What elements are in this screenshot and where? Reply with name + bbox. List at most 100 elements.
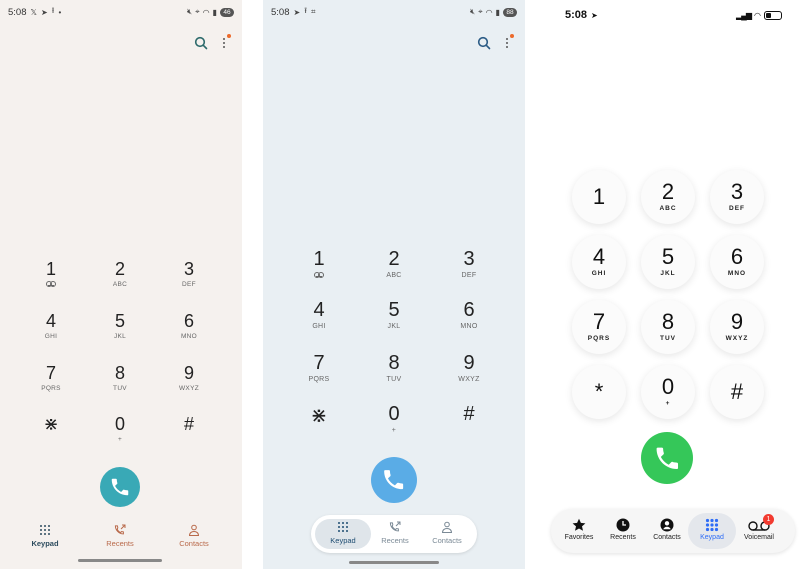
key-0[interactable]: 0 + (100, 414, 140, 443)
key-hash[interactable]: # (449, 403, 489, 427)
nav-keypad-label: Keypad (700, 534, 724, 541)
search-icon[interactable] (194, 36, 208, 50)
key-letters: JKL (113, 333, 127, 340)
more-options-icon[interactable] (220, 34, 231, 50)
nav-contacts-label: Contacts (179, 539, 209, 548)
key-digit: 5 (114, 311, 125, 331)
key-digit: 5 (388, 299, 400, 321)
key-hash[interactable]: # (169, 414, 209, 436)
key-7[interactable]: 7 PQRS (299, 352, 339, 383)
phone-icon (384, 470, 404, 490)
nav-contacts[interactable]: Contacts (174, 524, 214, 548)
nav-favorites[interactable]: Favorites (559, 518, 599, 541)
key-letters: ABC (112, 281, 128, 288)
key-letters: JKL (660, 270, 676, 277)
key-9[interactable]: 9 WXYZ (710, 300, 764, 354)
upload-icon: ⭱ (304, 6, 308, 15)
key-6[interactable]: 6 MNO (169, 311, 209, 340)
key-8[interactable]: 8 TUV (641, 300, 695, 354)
nav-recents[interactable]: Recents (603, 518, 643, 541)
key-9[interactable]: 9 WXYZ (449, 352, 489, 383)
key-6[interactable]: 6 MNO (449, 299, 489, 330)
clock: 5:08 (8, 6, 27, 18)
x-app-icon: 𝕏 (30, 7, 37, 17)
call-button[interactable] (641, 432, 693, 484)
dot-icon: • (58, 7, 62, 17)
key-2[interactable]: 2 ABC (374, 248, 414, 279)
key-5[interactable]: 5 JKL (100, 311, 140, 340)
key-letters: GHI (591, 270, 607, 277)
key-9[interactable]: 9 WXYZ (169, 363, 209, 392)
nav-contacts-label: Contacts (432, 536, 462, 545)
key-digit: 8 (388, 352, 400, 374)
key-3[interactable]: 3 DEF (710, 170, 764, 224)
nav-recents-label: Recents (381, 536, 409, 545)
key-1[interactable]: 1 (31, 259, 71, 288)
key-7[interactable]: 7 PQRS (572, 300, 626, 354)
nav-recents[interactable]: Recents (100, 524, 140, 548)
key-0[interactable]: 0 + (641, 365, 695, 419)
gesture-bar[interactable] (78, 559, 162, 562)
key-8[interactable]: 8 TUV (374, 352, 414, 383)
location-arrow-icon: ➤ (591, 10, 598, 20)
call-button[interactable] (371, 457, 417, 503)
search-icon[interactable] (477, 36, 491, 50)
nav-contacts[interactable]: Contacts (647, 518, 687, 541)
key-4[interactable]: 4 GHI (31, 311, 71, 340)
status-bar: 5:08 ➤ ▂▄▆ ◠ (565, 7, 782, 23)
key-2[interactable]: 2 ABC (641, 170, 695, 224)
key-4[interactable]: 4 GHI (299, 299, 339, 330)
key-1[interactable]: 1 (299, 248, 339, 279)
key-letters: MNO (460, 323, 478, 330)
status-bar: 5:08 ➤ ⭱ ⌗ 🔇︎ ⌖ ◠ ▮ 88 (271, 4, 517, 20)
key-digit: 9 (183, 363, 194, 383)
key-digit: 7 (45, 363, 56, 383)
key-digit: 3 (463, 248, 475, 270)
key-letters: TUV (113, 385, 127, 392)
call-button[interactable] (100, 467, 140, 507)
key-letters: GHI (312, 323, 326, 330)
key-digit: 0 (114, 414, 125, 434)
key-letters: TUV (660, 335, 676, 342)
key-7[interactable]: 7 PQRS (31, 363, 71, 392)
nav-keypad[interactable]: Keypad (692, 518, 732, 541)
key-letters: MNO (180, 333, 198, 340)
bottom-navigation: Favorites Recents Contacts Keypad 1 Voic… (551, 509, 795, 553)
more-options-icon[interactable] (503, 34, 514, 50)
key-letters: TUV (386, 376, 402, 383)
key-3[interactable]: 3 DEF (449, 248, 489, 279)
key-2[interactable]: 2 ABC (100, 259, 140, 288)
key-digit: # (730, 379, 744, 404)
key-star[interactable]: * (572, 365, 626, 419)
key-6[interactable]: 6 MNO (710, 235, 764, 289)
key-1[interactable]: 1 (572, 170, 626, 224)
key-letters: DEF (182, 281, 196, 288)
key-letters: + (117, 436, 123, 443)
nav-keypad[interactable]: Keypad (321, 521, 365, 545)
key-8[interactable]: 8 TUV (100, 363, 140, 392)
key-star[interactable]: ⋇ (299, 403, 339, 429)
keypad-icon (338, 522, 348, 532)
nav-recents[interactable]: Recents (373, 521, 417, 545)
key-digit: 0 (388, 403, 400, 425)
key-letters: PQRS (41, 385, 61, 392)
location-icon: ⌖ (195, 7, 200, 16)
key-digit: 2 (114, 259, 125, 279)
voicemail-icon (46, 281, 56, 287)
nav-voicemail[interactable]: 1 Voicemail (737, 514, 781, 541)
key-5[interactable]: 5 JKL (641, 235, 695, 289)
key-0[interactable]: 0 + (374, 403, 414, 434)
nav-keypad[interactable]: Keypad (25, 524, 65, 548)
keypad-icon (40, 525, 50, 535)
voicemail-badge: 1 (763, 514, 774, 525)
nav-contacts[interactable]: Contacts (425, 521, 469, 545)
gesture-bar[interactable] (349, 561, 439, 564)
key-5[interactable]: 5 JKL (374, 299, 414, 330)
key-star[interactable]: ⋇ (31, 414, 71, 436)
key-digit: * (594, 379, 604, 404)
key-hash[interactable]: # (710, 365, 764, 419)
key-4[interactable]: 4 GHI (572, 235, 626, 289)
key-digit: 8 (114, 363, 125, 383)
key-digit: ⋇ (310, 405, 328, 427)
key-3[interactable]: 3 DEF (169, 259, 209, 288)
